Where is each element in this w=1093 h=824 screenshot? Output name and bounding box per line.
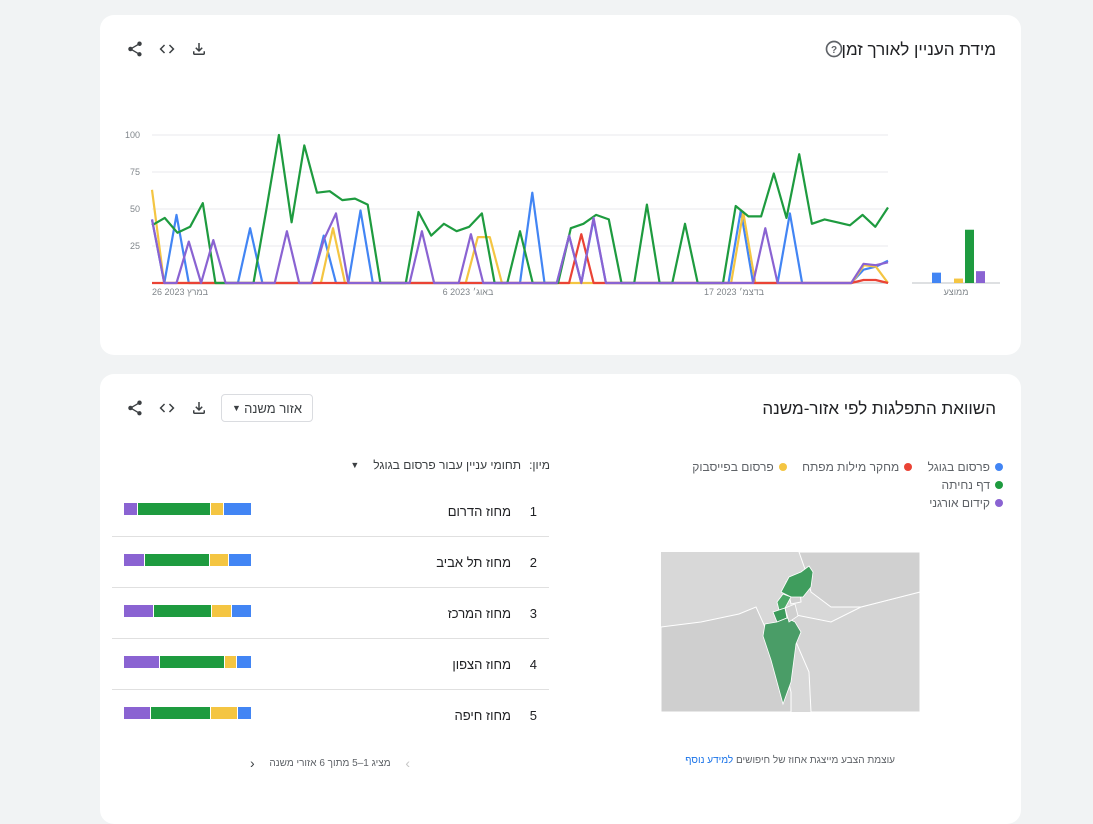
share-segment-blue — [229, 554, 252, 566]
region-name: מחוז הדרום — [447, 504, 511, 519]
region-dropdown[interactable]: אזור משנה ▼ — [221, 394, 313, 422]
share-segment-purple — [124, 656, 161, 668]
share-segment-purple — [124, 605, 155, 617]
region-rank: 2 — [529, 555, 537, 570]
prev-page-icon[interactable]: › — [405, 755, 410, 771]
region-comparison-card: השוואת התפלגות לפי אזור-משנה אזור משנה ▼… — [100, 374, 1021, 824]
share-segment-blue — [238, 707, 252, 719]
caret-down-icon: ▼ — [350, 460, 360, 470]
share-segment-green — [137, 503, 211, 515]
sort-value: תחומי עניין עבור פרסום בגוגל — [373, 458, 522, 472]
series-line — [150, 212, 889, 285]
region-card-title: השוואת התפלגות לפי אזור-משנה — [762, 399, 996, 418]
x-tick-label: 17 בדצמ׳ 2023 — [704, 287, 765, 297]
share-segment-yellow — [211, 605, 232, 617]
legend-item-seo[interactable]: קידום אורגני — [929, 494, 1003, 512]
region-row[interactable]: 3 מחוז המרכז — [112, 588, 549, 639]
average-bar — [976, 271, 985, 283]
share-segment-blue — [237, 656, 252, 668]
region-row[interactable]: 1 מחוז הדרום — [112, 486, 549, 537]
share-segment-green — [145, 554, 210, 566]
embed-icon[interactable] — [156, 397, 178, 419]
legend-label: מחקר מילות מפתח — [802, 460, 900, 474]
share-segment-purple — [124, 707, 152, 719]
share-segment-green — [151, 707, 212, 719]
region-name: מחוז המרכז — [447, 606, 511, 621]
map-note-text: עוצמת הצבע מייצגת אחוז של חיפושים — [735, 755, 895, 766]
region-rank: 3 — [529, 606, 537, 621]
pager-text: מציג 1–5 מתוך 6 אזורי משנה — [269, 757, 391, 769]
share-segment-purple — [124, 503, 138, 515]
legend-dot — [995, 463, 1003, 471]
interest-line-chart: 25 50 75 100 26 במרץ 2023 6 באוג׳ 2023 17 בדצמ… — [125, 130, 1000, 297]
sort-label: מיון: — [529, 458, 550, 472]
region-ranking-list: 1 מחוז הדרום 2 מחוז תל אביב 3 מחוז המרכז… — [112, 486, 549, 740]
download-icon[interactable] — [188, 397, 210, 419]
share-segment-purple — [124, 554, 146, 566]
sort-control[interactable]: מיון: תחומי עניין עבור פרסום בגוגל ▼ — [330, 458, 550, 472]
share-segment-green — [160, 656, 225, 668]
share-segment-green — [154, 605, 212, 617]
share-segment-yellow — [209, 554, 230, 566]
average-label: ממוצע — [944, 287, 969, 297]
legend-label: פרסום בגוגל — [927, 460, 990, 474]
interest-over-time-card: מידת העניין לאורך זמן ? 25 50 75 100 26 במרץ… — [100, 15, 1021, 355]
legend-label: קידום אורגני — [929, 496, 990, 510]
learn-more-link[interactable]: למידע נוסף — [685, 755, 733, 766]
pagination: › מציג 1–5 מתוך 6 אזורי משנה ‹ — [250, 755, 410, 771]
region-share-bar — [124, 605, 252, 617]
share-segment-yellow — [211, 707, 239, 719]
region-share-bar — [124, 554, 252, 566]
region-share-bar — [124, 503, 252, 515]
legend-item-landing-page[interactable]: דף נחיתה — [942, 476, 1003, 494]
region-share-bar — [124, 656, 252, 668]
region-map — [661, 552, 920, 712]
region-row[interactable]: 2 מחוז תל אביב — [112, 537, 549, 588]
y-tick-label: 25 — [130, 241, 140, 251]
next-page-icon[interactable]: ‹ — [250, 755, 255, 771]
average-bar — [932, 272, 941, 283]
x-tick-label: 26 במרץ 2023 — [152, 287, 209, 297]
legend-label: פרסום בפייסבוק — [692, 460, 774, 474]
region-name: מחוז הצפון — [452, 657, 511, 672]
legend-dot — [904, 463, 913, 471]
share-segment-yellow — [224, 656, 238, 668]
x-tick-label: 6 באוג׳ 2023 — [443, 287, 494, 297]
caret-down-icon: ▼ — [232, 403, 241, 413]
y-tick-label: 50 — [130, 204, 140, 214]
region-rank: 4 — [529, 657, 537, 672]
legend-item-google-ads[interactable]: פרסום בגוגל — [928, 458, 1003, 476]
legend-dot — [778, 463, 787, 471]
region-rank: 5 — [529, 708, 537, 723]
region-rank: 1 — [529, 504, 537, 519]
region-name: מחוז תל אביב — [436, 555, 511, 570]
legend-dot — [995, 481, 1003, 489]
map-note: עוצמת הצבע מייצגת אחוז של חיפושים למידע … — [675, 755, 895, 766]
legend-item-facebook-ads[interactable]: פרסום בפייסבוק — [692, 458, 787, 476]
share-segment-yellow — [210, 503, 225, 515]
region-name: מחוז חיפה — [454, 708, 511, 723]
region-share-bar — [124, 707, 252, 719]
legend-item-keyword-research[interactable]: מחקר מילות מפתח — [802, 458, 913, 476]
legend: פרסום בגוגל מחקר מילות מפתח פרסום בפייסב… — [633, 458, 1003, 512]
region-row[interactable]: 4 מחוז הצפון — [112, 639, 549, 690]
share-segment-blue — [224, 503, 252, 515]
share-icon[interactable] — [124, 397, 146, 419]
legend-dot — [995, 499, 1003, 507]
y-tick-label: 100 — [125, 130, 140, 140]
y-tick-label: 75 — [130, 167, 140, 177]
share-segment-blue — [231, 605, 252, 617]
average-bar — [954, 278, 963, 283]
region-dropdown-label: אזור משנה — [244, 400, 302, 416]
legend-label: דף נחיתה — [941, 478, 990, 492]
region-row[interactable]: 5 מחוז חיפה — [112, 690, 549, 740]
average-bar — [965, 229, 974, 283]
